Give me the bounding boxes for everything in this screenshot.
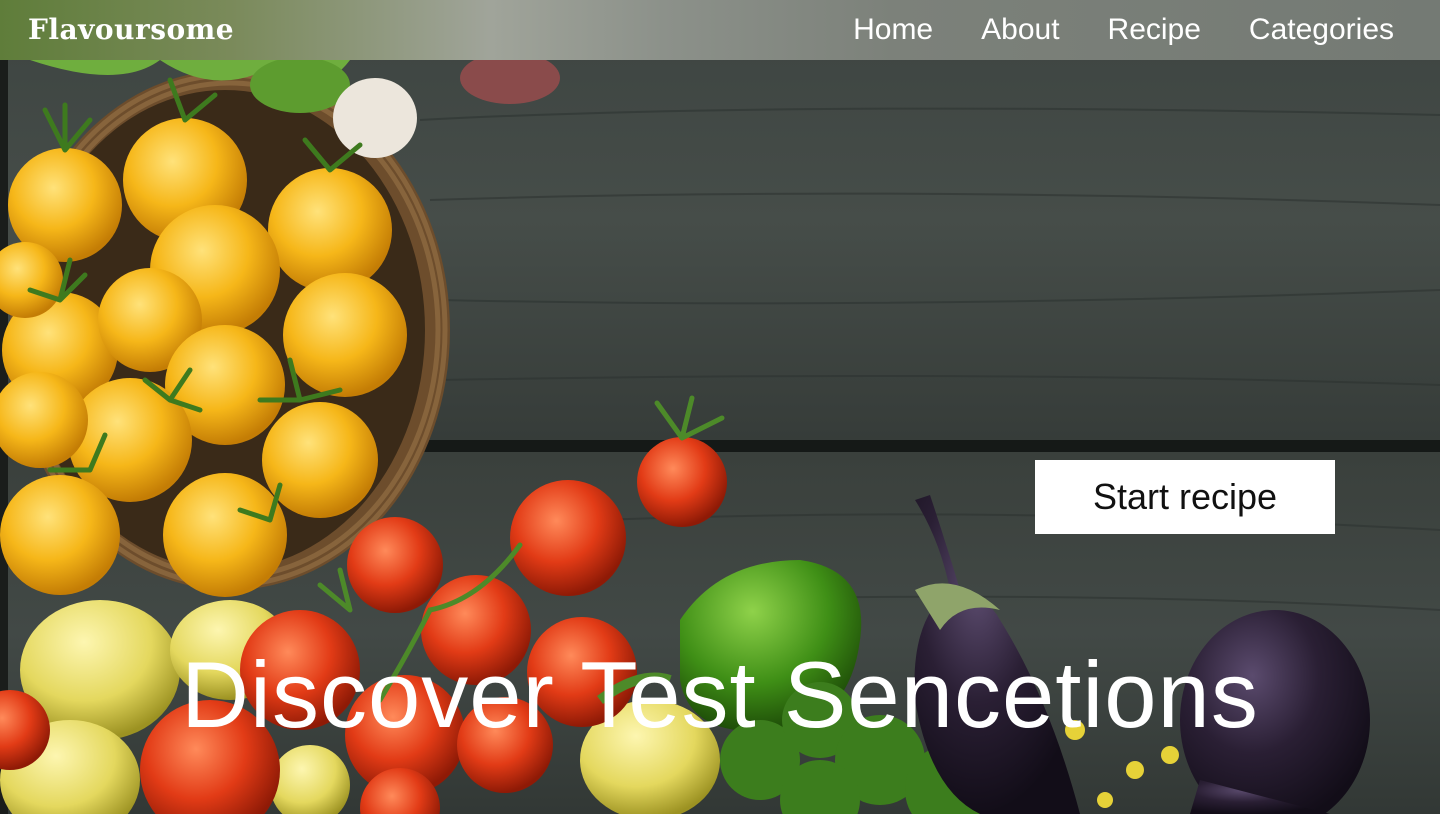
nav-link-recipe[interactable]: Recipe xyxy=(1108,0,1201,60)
top-navbar: Flavoursome Home About Recipe Categories xyxy=(0,0,1440,60)
nav-link-about[interactable]: About xyxy=(981,0,1059,60)
nav-link-categories[interactable]: Categories xyxy=(1249,0,1394,60)
hero-heading: Discover Test Sencetions xyxy=(181,642,1259,747)
start-recipe-button[interactable]: Start recipe xyxy=(1035,460,1335,534)
nav-links: Home About Recipe Categories xyxy=(853,0,1394,60)
hero-section: Flavoursome Home About Recipe Categories… xyxy=(0,0,1440,814)
nav-link-home[interactable]: Home xyxy=(853,0,933,60)
site-logo[interactable]: Flavoursome xyxy=(28,11,234,49)
